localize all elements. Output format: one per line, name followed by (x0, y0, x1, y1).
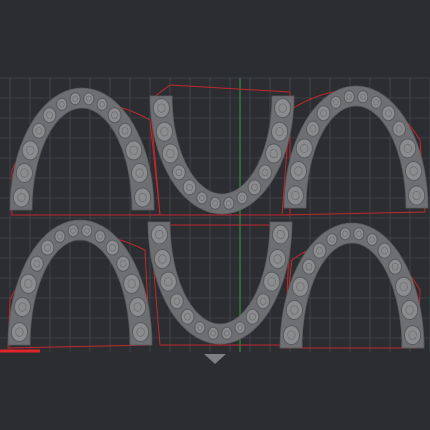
plate-outlines (7, 84, 426, 349)
tooth (125, 140, 143, 161)
tooth (129, 297, 147, 317)
build-plate-scene[interactable] (0, 0, 430, 430)
tooth (234, 321, 246, 335)
tooth (247, 179, 262, 196)
tooth (326, 233, 338, 246)
tooth (258, 164, 272, 181)
tooth (152, 98, 170, 119)
tooth (123, 273, 141, 294)
tooth (32, 122, 46, 139)
tooth (40, 239, 55, 256)
tooth (370, 95, 382, 109)
tooth (67, 224, 79, 238)
tooth (269, 249, 287, 269)
tooth (343, 90, 355, 104)
tooth (13, 297, 31, 317)
tooth (170, 293, 184, 310)
tooth (282, 325, 300, 346)
tooth (105, 239, 120, 256)
tooth (81, 224, 93, 238)
tooth (83, 92, 95, 106)
tooth (56, 97, 68, 111)
tooth (236, 191, 248, 205)
tooth (377, 242, 392, 259)
tooth (289, 161, 307, 181)
tooth (180, 308, 195, 325)
tooth (306, 120, 320, 137)
tooth (381, 105, 396, 122)
tooth (404, 325, 422, 346)
tooth (401, 300, 419, 320)
tooth (15, 163, 33, 183)
tooth (107, 107, 122, 124)
tooth (265, 143, 283, 164)
tooth (312, 242, 327, 259)
tooth (42, 107, 57, 124)
tooth (21, 140, 39, 161)
tooth (10, 322, 28, 343)
tooth (221, 326, 233, 340)
tooth (207, 326, 219, 340)
tooth (12, 187, 30, 208)
tooth (366, 233, 378, 246)
upper-arch-right-top[interactable] (283, 85, 429, 209)
tooth (134, 187, 152, 208)
tooth (392, 120, 406, 137)
tooth (295, 138, 313, 159)
tooth (223, 196, 235, 210)
tooth (182, 179, 197, 196)
tooth (272, 224, 290, 245)
tooth (388, 258, 402, 275)
upper-arch-right-bottom[interactable] (279, 222, 425, 349)
tooth (353, 227, 365, 241)
tooth (19, 273, 37, 294)
tooth (209, 196, 221, 210)
tooth (316, 105, 331, 122)
tooth (153, 249, 171, 269)
tooth (285, 300, 303, 320)
tooth (395, 276, 413, 297)
tooth (405, 161, 423, 181)
tooth (274, 98, 292, 119)
tooth (194, 321, 206, 335)
tooth (116, 255, 130, 272)
tooth (150, 224, 168, 245)
tooth (302, 258, 316, 275)
tooth (54, 230, 66, 243)
tooth (399, 138, 417, 159)
tooth (408, 185, 426, 206)
tooth (256, 293, 270, 310)
tooth (155, 121, 173, 142)
tooth (357, 90, 369, 104)
tooth (161, 143, 179, 164)
lower-arch-middle-top[interactable] (149, 95, 295, 215)
tooth (339, 227, 351, 241)
tooth (159, 271, 177, 292)
tooth (271, 121, 289, 142)
tooth (132, 322, 150, 343)
dental-models[interactable] (7, 85, 429, 349)
tooth (245, 308, 260, 325)
tooth (286, 185, 304, 206)
tooth (118, 122, 132, 139)
tooth (69, 92, 81, 106)
upper-arch-left-top[interactable] (9, 87, 155, 211)
triangle-down-icon[interactable] (204, 354, 226, 364)
tooth (96, 97, 108, 111)
tooth (30, 255, 44, 272)
tooth (330, 95, 342, 109)
3d-viewport[interactable] (0, 0, 430, 430)
tooth (263, 271, 281, 292)
tooth (196, 191, 208, 205)
tooth (172, 164, 186, 181)
tooth (131, 163, 149, 183)
tooth (94, 230, 106, 243)
tooth (291, 276, 309, 297)
